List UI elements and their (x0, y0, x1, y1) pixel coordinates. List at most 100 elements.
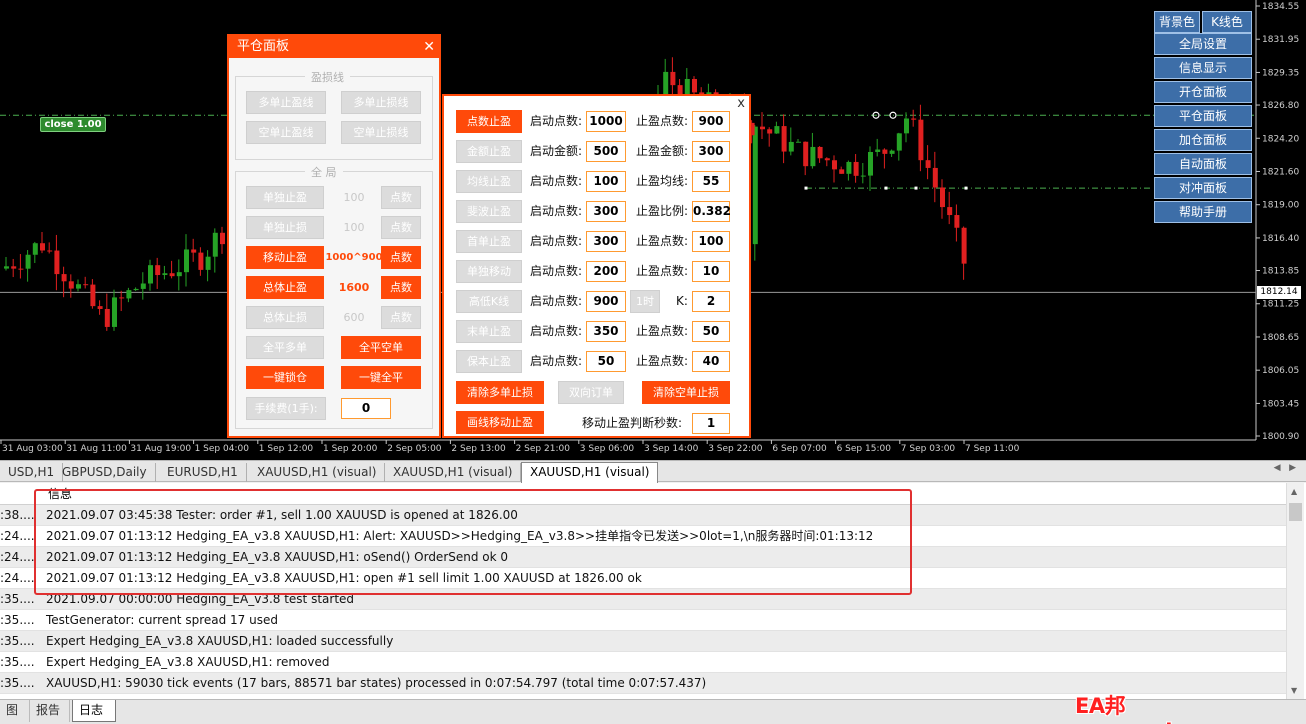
buy-tp-line-button[interactable]: 多单止盈线 (246, 91, 326, 114)
amount-tp-input-2[interactable]: 300 (692, 141, 730, 162)
scroll-thumb[interactable] (1289, 503, 1302, 521)
high-low-k-label-1: 启动点数: (530, 294, 583, 308)
trailing-tp-button[interactable]: 移动止盈 (246, 246, 324, 269)
help-manual-button[interactable]: 帮助手册 (1154, 201, 1252, 223)
hedge-panel-button[interactable]: 对冲面板 (1154, 177, 1252, 199)
single-tp-button[interactable]: 单独止盈 (246, 186, 324, 209)
points-tp-input-2[interactable]: 900 (692, 111, 730, 132)
log-scrollbar[interactable]: ▲ ▼ (1286, 483, 1304, 699)
ma-tp-input-1[interactable]: 100 (586, 171, 626, 192)
trailing-seconds-input[interactable]: 1 (692, 413, 730, 434)
sell-sl-line-button[interactable]: 空单止损线 (341, 121, 421, 144)
sell-tp-line-button[interactable]: 空单止盈线 (246, 121, 326, 144)
log-row-message: Expert Hedging_EA_v3.8 XAUUSD,H1: loaded… (46, 634, 394, 648)
k-color-button[interactable]: K线色 (1202, 11, 1252, 33)
close-icon[interactable]: ✕ (423, 36, 435, 58)
tab-xauusd-visual-1[interactable]: XAUUSD,H1 (visual) (249, 463, 386, 482)
trailing-tp-unit-button[interactable]: 点数 (381, 246, 421, 269)
fee-input[interactable]: 0 (341, 398, 391, 419)
info-display-button[interactable]: 信息显示 (1154, 57, 1252, 79)
tab-report[interactable]: 报告 (30, 700, 70, 722)
tab-xauusd-visual-2[interactable]: XAUUSD,H1 (visual) (385, 463, 522, 482)
fibo-tp-label-1: 启动点数: (530, 204, 583, 218)
open-panel-button[interactable]: 开仓面板 (1154, 81, 1252, 103)
global-settings-button[interactable]: 全局设置 (1154, 33, 1252, 55)
points-tp-button[interactable]: 点数止盈 (456, 110, 522, 133)
points-tp-label-2: 止盈点数: (636, 114, 689, 128)
fee-label-button[interactable]: 手续费(1手): (246, 397, 326, 420)
tab-scroll-arrows[interactable]: ◀ ▶ (1274, 463, 1296, 473)
high-low-k-button[interactable]: 高低K线 (456, 290, 522, 313)
ma-tp-button[interactable]: 均线止盈 (456, 170, 522, 193)
clear-sell-sl-button[interactable]: 清除空单止损 (642, 381, 730, 404)
amount-tp-button[interactable]: 金额止盈 (456, 140, 522, 163)
log-row[interactable]: :35.... Expert Hedging_EA_v3.8 XAUUSD,H1:… (0, 631, 1286, 652)
tab-eurusd-h1[interactable]: EURUSD,H1 (159, 463, 247, 482)
high-low-k-timeframe-button[interactable]: 1时 (630, 290, 660, 313)
single-trailing-input-1[interactable]: 200 (586, 261, 626, 282)
scroll-up-icon[interactable]: ▲ (1291, 487, 1297, 496)
bg-color-button[interactable]: 背景色 (1154, 11, 1200, 33)
one-click-lock-button[interactable]: 一键锁仓 (246, 366, 324, 389)
candle-body (839, 169, 845, 174)
x-tick-label: 3 Sep 22:00 (708, 444, 763, 454)
close-all-sell-button[interactable]: 全平空单 (341, 336, 421, 359)
candle-body (918, 119, 924, 161)
buy-sl-line-button[interactable]: 多单止损线 (341, 91, 421, 114)
tab-journal[interactable]: 日志 (72, 700, 116, 722)
log-row[interactable]: :24.... 2021.09.07 01:13:12 Hedging_EA_v3… (0, 547, 1286, 568)
total-tp-unit-button[interactable]: 点数 (381, 276, 421, 299)
amount-tp-input-1[interactable]: 500 (586, 141, 626, 162)
log-header: 信息 (0, 483, 1286, 505)
ma-tp-input-2[interactable]: 55 (692, 171, 730, 192)
auto-panel-button[interactable]: 自动面板 (1154, 153, 1252, 175)
draw-trailing-tp-button[interactable]: 画线移动止盈 (456, 411, 544, 434)
journal-log: 信息 :38.... 2021.09.07 03:45:38 Tester: or… (0, 483, 1306, 699)
tab-chart[interactable]: 图 (0, 700, 30, 722)
total-sl-button[interactable]: 总体止损 (246, 306, 324, 329)
panel-titlebar[interactable]: 平仓面板 ✕ (229, 36, 439, 58)
fibo-tp-input-1[interactable]: 300 (586, 201, 626, 222)
candle-body (882, 149, 888, 154)
tab-gbpusd-daily[interactable]: GBPUSD,Daily (54, 463, 156, 482)
high-low-k-input-2[interactable]: 2 (692, 291, 730, 312)
fibo-tp-input-2[interactable]: 0.382 (692, 201, 731, 222)
last-order-tp-button[interactable]: 末单止盈 (456, 320, 522, 343)
last-order-tp-input-2[interactable]: 50 (692, 321, 730, 342)
breakeven-tp-button[interactable]: 保本止盈 (456, 350, 522, 373)
clear-buy-sl-button[interactable]: 清除多单止损 (456, 381, 544, 404)
log-row[interactable]: :35.... 2021.09.07 00:00:00 Hedging_EA_v3… (0, 589, 1286, 610)
candle-body (176, 272, 182, 277)
log-row[interactable]: :35.... Expert Hedging_EA_v3.8 XAUUSD,H1:… (0, 652, 1286, 673)
log-row[interactable]: :24.... 2021.09.07 01:13:12 Hedging_EA_v3… (0, 568, 1286, 589)
single-trailing-button[interactable]: 单独移动 (456, 260, 522, 283)
first-order-tp-input-2[interactable]: 100 (692, 231, 730, 252)
close-icon[interactable]: x (737, 96, 745, 111)
log-row[interactable]: :35.... TestGenerator: current spread 17 … (0, 610, 1286, 631)
single-tp-unit-button[interactable]: 点数 (381, 186, 421, 209)
points-tp-input-1[interactable]: 1000 (586, 111, 626, 132)
single-sl-unit-button[interactable]: 点数 (381, 216, 421, 239)
first-order-tp-button[interactable]: 首单止盈 (456, 230, 522, 253)
breakeven-tp-input-1[interactable]: 50 (586, 351, 626, 372)
one-click-close-all-button[interactable]: 一键全平 (341, 366, 421, 389)
single-trailing-input-2[interactable]: 10 (692, 261, 730, 282)
log-row[interactable]: :24.... 2021.09.07 01:13:12 Hedging_EA_v3… (0, 526, 1286, 547)
tab-xauusd-visual-3[interactable]: XAUUSD,H1 (visual) (521, 462, 659, 483)
fibo-tp-button[interactable]: 斐波止盈 (456, 200, 522, 223)
last-order-tp-input-1[interactable]: 350 (586, 321, 626, 342)
log-row[interactable]: :38.... 2021.09.07 03:45:38 Tester: order… (0, 505, 1286, 526)
close-all-buy-button[interactable]: 全平多单 (246, 336, 324, 359)
total-tp-button[interactable]: 总体止盈 (246, 276, 324, 299)
two-way-order-button[interactable]: 双向订单 (558, 381, 624, 404)
add-panel-button[interactable]: 加仓面板 (1154, 129, 1252, 151)
close-order-badge[interactable]: close 1.00 (40, 117, 106, 132)
candle-body (220, 232, 225, 245)
single-sl-button[interactable]: 单独止损 (246, 216, 324, 239)
candle-body (760, 126, 765, 130)
close-panel-button[interactable]: 平仓面板 (1154, 105, 1252, 127)
total-sl-unit-button[interactable]: 点数 (381, 306, 421, 329)
first-order-tp-input-1[interactable]: 300 (586, 231, 626, 252)
high-low-k-input-1[interactable]: 900 (586, 291, 626, 312)
breakeven-tp-input-2[interactable]: 40 (692, 351, 730, 372)
